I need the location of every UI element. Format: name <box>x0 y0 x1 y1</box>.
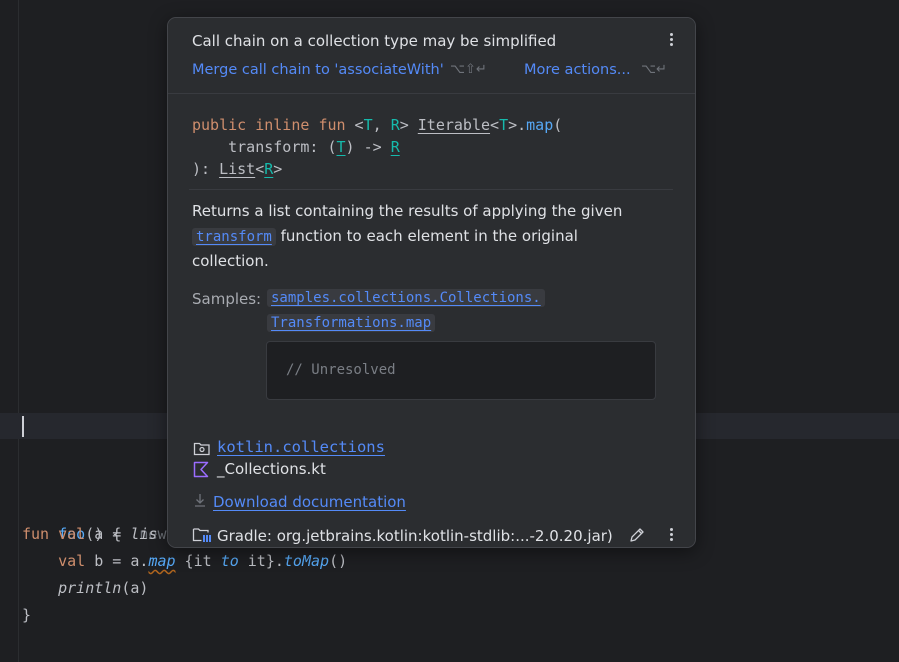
quick-documentation-popup: Call chain on a collection type may be s… <box>167 17 696 548</box>
sig-punct: < <box>345 116 364 134</box>
warning-call-map[interactable]: map <box>148 552 175 570</box>
sig-punct: > <box>399 116 418 134</box>
package-folder-icon <box>193 441 211 460</box>
sig-punct: < <box>490 116 500 134</box>
samples-label: Samples: <box>192 290 262 308</box>
samples-link-part-2[interactable]: Transformations.map <box>267 314 436 332</box>
kw-inline: inline <box>255 116 310 134</box>
code-call: println <box>58 579 122 597</box>
list-type-link[interactable]: List <box>219 160 255 178</box>
function-map: map <box>526 116 554 134</box>
type-param-t: T <box>499 116 509 134</box>
inspection-header: Call chain on a collection type may be s… <box>168 18 695 94</box>
type-param-r-link[interactable]: R <box>264 160 273 178</box>
download-icon <box>193 492 207 512</box>
ext-call-tomap: toMap <box>283 552 330 570</box>
sig-punct: ): <box>192 160 220 178</box>
package-link[interactable]: kotlin.collections <box>217 438 385 456</box>
unresolved-comment: // Unresolved <box>286 362 396 378</box>
inspection-title: Call chain on a collection type may be s… <box>192 32 557 50</box>
sig-punct: , <box>372 116 391 134</box>
iterable-type-link[interactable]: Iterable <box>418 116 490 134</box>
code-line-3[interactable]: val b = a.map {it to it}.toMap() <box>22 548 347 575</box>
desc-text: Returns a list containing the results of… <box>192 202 623 220</box>
more-actions-shortcut: ⌥↵ <box>641 62 667 77</box>
package-row: kotlin.collections <box>217 438 385 456</box>
closing-brace: } <box>22 606 32 624</box>
merge-call-chain-action[interactable]: Merge call chain to 'associateWith' <box>192 62 444 78</box>
sig-punct: < <box>255 160 265 178</box>
code-call: lis <box>130 525 158 543</box>
file-name: _Collections.kt <box>217 460 326 478</box>
function-signature: public inline fun <T, R> Iterable<T>.map… <box>192 114 562 180</box>
edit-pencil-icon[interactable] <box>628 526 646 547</box>
more-actions-link[interactable]: More actions... <box>524 62 631 78</box>
keyword: val <box>58 552 86 570</box>
lambda-close: it}. <box>238 552 284 570</box>
type-param-t-link[interactable]: T <box>337 138 346 156</box>
sig-punct: > <box>273 160 283 178</box>
lambda-open: {it <box>175 552 221 570</box>
header-more-icon[interactable] <box>666 31 676 51</box>
primary-shortcut: ⌥⇧↵ <box>450 62 487 77</box>
sample-code-block: // Unresolved <box>266 341 656 400</box>
text-caret <box>22 416 24 437</box>
type-param-r: R <box>390 116 400 134</box>
kw-fun: fun <box>318 116 346 134</box>
param-transform: transform: ( <box>192 138 337 156</box>
code-text: a = <box>85 525 131 543</box>
code-text: b = a. <box>85 552 149 570</box>
sig-punct: ) -> <box>345 138 391 156</box>
infix-to: to <box>220 552 239 570</box>
download-documentation-link[interactable]: Download documentation <box>213 493 406 511</box>
code-text: () <box>329 552 348 570</box>
type-param-r-link[interactable]: R <box>391 138 400 156</box>
code-line-4[interactable]: println(a) <box>22 575 148 602</box>
editor-gutter-divider <box>18 0 19 662</box>
code-line-2[interactable]: val a = lis <box>22 521 157 548</box>
library-path: Gradle: org.jetbrains.kotlin:kotlin-stdl… <box>217 527 613 545</box>
separator <box>189 189 673 190</box>
keyword: val <box>58 525 86 543</box>
footer-more-icon[interactable] <box>666 526 676 546</box>
library-folder-icon <box>192 526 212 547</box>
kotlin-file-icon <box>193 461 210 482</box>
documentation-body: public inline fun <T, R> Iterable<T>.map… <box>168 94 695 547</box>
sig-punct: >. <box>508 116 527 134</box>
download-row: Download documentation <box>213 493 406 511</box>
param-transform-link[interactable]: transform <box>192 227 276 246</box>
type-param-t: T <box>363 116 373 134</box>
samples-link-part-1[interactable]: samples.collections.Collections. <box>267 289 545 307</box>
kw-public: public <box>192 116 247 134</box>
code-text: (a) <box>121 579 149 597</box>
sig-punct: ( <box>553 116 563 134</box>
code-line-5[interactable]: } <box>22 602 31 629</box>
doc-description: Returns a list containing the results of… <box>192 199 632 274</box>
